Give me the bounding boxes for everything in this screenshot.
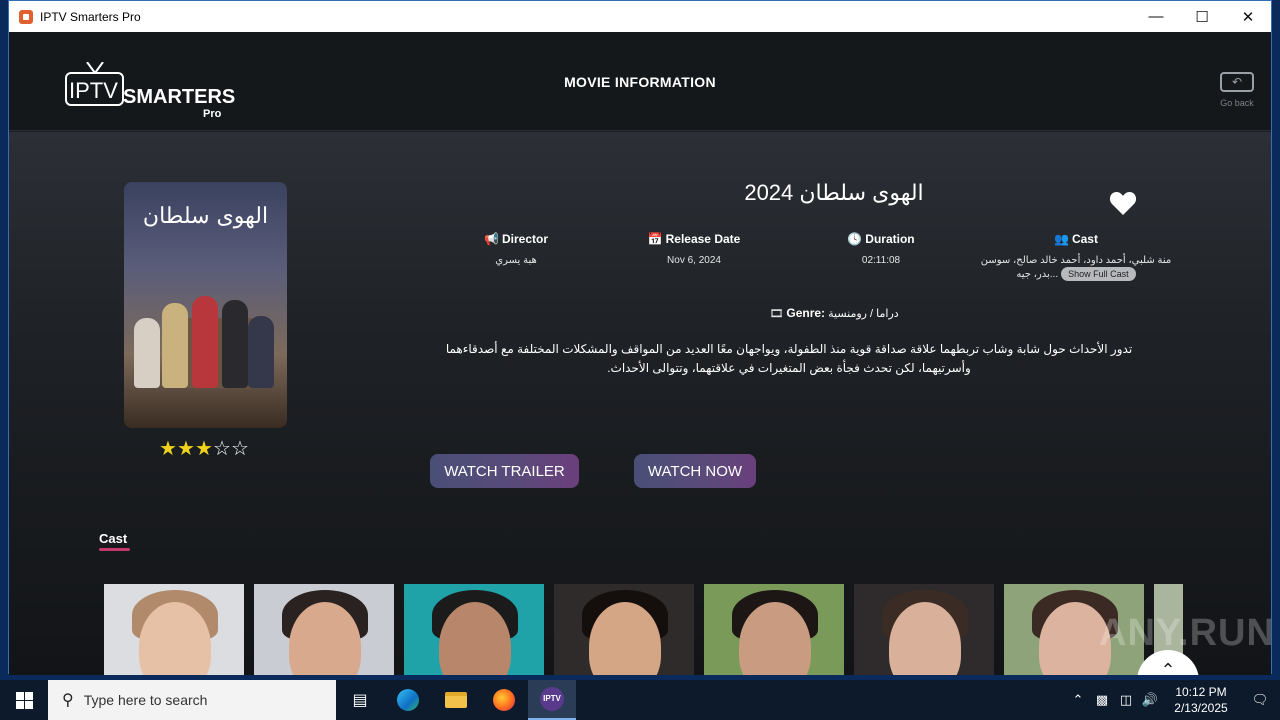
cast-info: 👥 Cast منة شلبي، أحمد داود، أحمد خالد صال… <box>976 232 1176 281</box>
cast-section-heading: Cast <box>99 531 128 546</box>
movie-detail-content: الهوى سلطان ★★★☆☆ الهوى سلطان 2024 📢 Dire… <box>9 132 1271 675</box>
window-controls: — ☐ ✕ <box>1133 1 1271 32</box>
star-empty-icon: ☆ <box>213 438 231 460</box>
app-window: IPTV Smarters Pro — ☐ ✕ IPTV SMARTERS Pr… <box>8 0 1272 675</box>
go-back-button[interactable]: ↶ Go back <box>1217 72 1257 108</box>
windows-logo-icon <box>15 691 33 709</box>
calendar-icon: 📅 <box>647 232 663 246</box>
watch-now-button[interactable]: WATCH NOW <box>634 454 756 488</box>
clock-date: 2/13/2025 <box>1174 701 1228 715</box>
director-value: هبة يسري <box>495 255 537 266</box>
star-full-icon: ★ <box>195 438 213 460</box>
watermark-text: ANY.RUN <box>1099 612 1271 654</box>
clock-icon: 🕓 <box>847 232 863 246</box>
maximize-button[interactable]: ☐ <box>1179 1 1225 32</box>
logo-sub-text: Pro <box>203 108 222 120</box>
movie-poster: الهوى سلطان <box>124 182 287 428</box>
cast-card[interactable] <box>404 584 544 675</box>
users-icon: 👥 <box>1054 232 1069 246</box>
window-title: IPTV Smarters Pro <box>40 9 141 24</box>
cast-heading-underline <box>99 548 130 551</box>
star-full-icon: ★ <box>159 438 177 460</box>
task-view-icon[interactable]: ▤ <box>336 680 384 720</box>
firefox-icon[interactable] <box>480 680 528 720</box>
search-icon: ⚲ <box>62 692 74 709</box>
duration-label: Duration <box>865 232 915 246</box>
start-button[interactable] <box>0 680 48 720</box>
poster-title: الهوى سلطان <box>142 204 269 229</box>
film-icon: 🎞 <box>769 308 784 320</box>
star-full-icon: ★ <box>177 438 195 460</box>
duration-value: 02:11:08 <box>861 255 901 266</box>
back-arrow-icon: ↶ <box>1220 72 1254 92</box>
windows-taskbar: ⚲ Type here to search ▤ IPTV ⌃ ▩ ◫ 🔊 10:… <box>0 680 1280 720</box>
cast-card[interactable] <box>554 584 694 675</box>
genre-label: Genre: <box>786 306 826 320</box>
release-info: 📅 Release Date Nov 6, 2024 <box>604 232 784 266</box>
taskbar-search-box[interactable]: ⚲ Type here to search <box>48 680 336 720</box>
cast-card[interactable] <box>104 584 244 675</box>
poster-figures <box>134 268 277 388</box>
release-value: Nov 6, 2024 <box>667 255 721 266</box>
search-placeholder: Type here to search <box>83 692 208 708</box>
movie-description: تدور الأحداث حول شابة وشاب تربطهما علاقة… <box>445 342 1133 375</box>
volume-icon[interactable]: 🔊 <box>1138 692 1162 708</box>
close-button[interactable]: ✕ <box>1225 1 1271 32</box>
clock-time: 10:12 PM <box>1175 685 1227 699</box>
cast-card[interactable] <box>254 584 394 675</box>
app-icon <box>19 9 33 24</box>
taskbar-clock[interactable]: 10:12 PM 2/13/2025 <box>1162 684 1240 716</box>
watch-trailer-button[interactable]: WATCH TRAILER <box>430 454 579 488</box>
minimize-button[interactable]: — <box>1133 1 1179 32</box>
star-rating: ★★★☆☆ <box>159 436 249 461</box>
app-logo: IPTV SMARTERS Pro <box>65 62 235 124</box>
release-label: Release Date <box>665 232 741 246</box>
chevron-up-icon[interactable]: ⌃ <box>1066 692 1090 708</box>
genre-value: دراما / رومنسية <box>828 308 899 320</box>
iptv-taskbar-icon[interactable]: IPTV <box>528 680 576 720</box>
cast-card[interactable] <box>854 584 994 675</box>
chevron-up-icon: ⌃ <box>1160 660 1176 675</box>
go-back-label: Go back <box>1220 98 1254 108</box>
director-info: 📢 Director هبة يسري <box>426 232 606 266</box>
file-explorer-icon[interactable] <box>432 680 480 720</box>
favorite-heart-icon[interactable] <box>1109 190 1137 216</box>
edge-browser-icon[interactable] <box>384 680 432 720</box>
megaphone-icon: 📢 <box>484 232 499 246</box>
star-empty-icon: ☆ <box>231 438 249 460</box>
network-icon[interactable]: ◫ <box>1114 692 1138 708</box>
show-full-cast-button[interactable]: Show Full Cast <box>1061 267 1136 281</box>
genre-row: 🎞 Genre: دراما / رومنسية <box>409 306 1259 320</box>
duration-info: 🕓 Duration 02:11:08 <box>791 232 971 266</box>
title-bar[interactable]: IPTV Smarters Pro — ☐ ✕ <box>9 1 1271 32</box>
notification-icon[interactable]: 🗨 <box>1240 692 1280 708</box>
page-title: MOVIE INFORMATION <box>564 74 716 90</box>
system-tray: ⌃ ▩ ◫ 🔊 10:12 PM 2/13/2025 🗨 <box>1066 680 1280 720</box>
cast-label: Cast <box>1071 232 1098 246</box>
director-label: Director <box>501 232 548 246</box>
cast-card[interactable] <box>704 584 844 675</box>
meet-now-icon[interactable]: ▩ <box>1090 692 1114 708</box>
app-header: IPTV SMARTERS Pro MOVIE INFORMATION ↶ Go… <box>9 32 1271 131</box>
